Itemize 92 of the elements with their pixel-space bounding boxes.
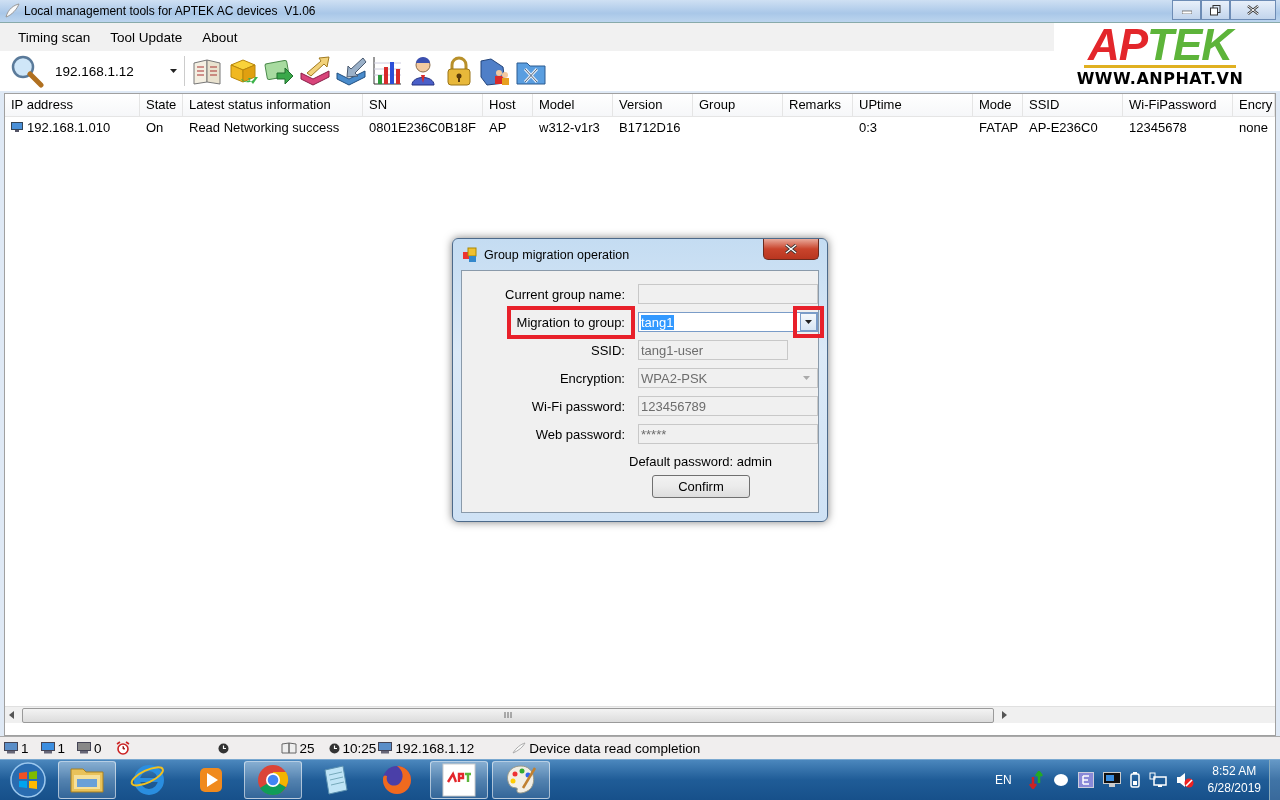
restore-button[interactable] [1201,0,1230,20]
column-header[interactable]: Version [613,94,693,116]
tray-arrow-up-icon[interactable] [299,55,331,87]
offline-count: 0 [94,740,102,756]
table-cell: 0801E236C0B18F [369,119,476,135]
battery-icon[interactable] [1129,772,1140,788]
field-label: Web password: [535,426,625,442]
column-header[interactable]: IP address [5,94,140,116]
close-button[interactable] [763,239,819,260]
field-label: Migration to group: [516,314,625,330]
column-header[interactable]: Wi-FiPassword [1123,94,1233,116]
windows-logo-icon [8,761,48,799]
column-header[interactable]: SN [363,94,483,116]
monitor-icon [40,742,55,754]
default-password-note: Default password: admin [629,454,774,469]
caret-icon [805,320,812,324]
taskbar-button[interactable] [58,761,116,799]
field-label: Wi-Fi password: [531,398,625,414]
app-logo-icon [439,760,479,800]
column-header[interactable]: Remarks [783,94,853,116]
field-label: Current group name: [505,286,625,302]
column-header[interactable]: Host [483,94,533,116]
column-header[interactable]: Encry [1233,94,1275,116]
scan-time: 10:25 [342,740,377,756]
column-header[interactable]: Model [533,94,613,116]
column-header[interactable]: UPtime [853,94,973,116]
table-cell: FATAP [979,119,1019,135]
bar-chart-icon[interactable] [371,55,403,87]
editor-tray-icon[interactable] [1077,772,1094,788]
dialog-title: Group migration operation [484,247,631,262]
monitor-icon [11,121,23,133]
close-icon [1247,5,1259,15]
column-header[interactable]: SSID [1023,94,1123,116]
network-icon[interactable] [1148,772,1167,788]
folder-people-icon[interactable] [479,55,511,87]
caret-icon [170,69,177,73]
table-cell: w312-v1r3 [539,119,600,135]
server-address: 192.168.1.12 [395,740,475,756]
window-app-icon [462,246,478,263]
confirm-button[interactable]: Confirm [652,475,750,498]
menu-item[interactable]: Timing scan [8,27,101,47]
monitor-icon [378,742,393,754]
menu-item[interactable]: About [192,27,248,47]
column-header[interactable]: Mode [973,94,1023,116]
taskbar-button[interactable] [492,761,550,799]
display-icon[interactable] [1102,772,1121,788]
close-icon [785,244,797,254]
table-cell: AP [489,119,507,135]
clock-icon [217,742,229,754]
tray-arrow-down-icon[interactable] [335,55,367,87]
caret-icon [803,376,810,380]
packet-count: 25 [299,740,315,756]
monitor-icon [77,742,92,754]
pen-icon [512,742,527,754]
device-count: 1 [21,740,29,756]
table-cell: 192.168.1.010 [27,119,111,135]
grip-icon [504,712,512,718]
table-cell: AP-E236C0 [1029,119,1098,135]
restore-icon [1210,4,1221,16]
language-indicator[interactable]: EN [994,773,1012,787]
logo-wordmark: APTEK [1083,25,1237,68]
network-arrows-icon[interactable] [1027,771,1044,789]
clock[interactable]: 8:52 AM 6/28/2019 [1207,763,1261,797]
book-icon [280,742,297,754]
table-cell: 12345678 [1129,119,1187,135]
clock-icon [328,742,340,754]
taskbar-button[interactable] [430,761,488,799]
feather-icon [4,3,20,19]
menu-item[interactable]: Tool Update [100,27,193,47]
alarm-clock-icon [115,741,130,755]
table-cell: On [146,119,164,135]
table-cell: B1712D16 [619,119,681,135]
table-cell: Read Networking success [189,119,340,135]
monitor-icon [4,742,18,754]
field-label: SSID: [591,342,625,358]
search-icon[interactable] [10,54,44,88]
column-header[interactable]: Latest status information [183,94,363,116]
scrollbar-thumb[interactable] [22,707,994,723]
speaker-muted-icon[interactable] [1175,772,1194,788]
table-cell: none [1239,119,1268,135]
field-label: Encryption: [559,370,625,386]
column-header[interactable]: Group [693,94,783,116]
online-count: 1 [57,740,66,756]
logo-url: WWW.ANPHAT.VN [1076,69,1244,89]
taskbar-button[interactable] [244,761,302,799]
encryption-dropdown: WPA2-PSK [638,368,818,388]
window-title: Local management tools for APTEK AC devices V1.06 [24,4,317,18]
close-button[interactable] [1230,0,1276,20]
column-header[interactable]: State [140,94,183,116]
horizontal-scrollbar[interactable] [5,706,1275,723]
status-message: Device data read completion [529,740,701,756]
table-cell: 0:3 [859,119,878,135]
